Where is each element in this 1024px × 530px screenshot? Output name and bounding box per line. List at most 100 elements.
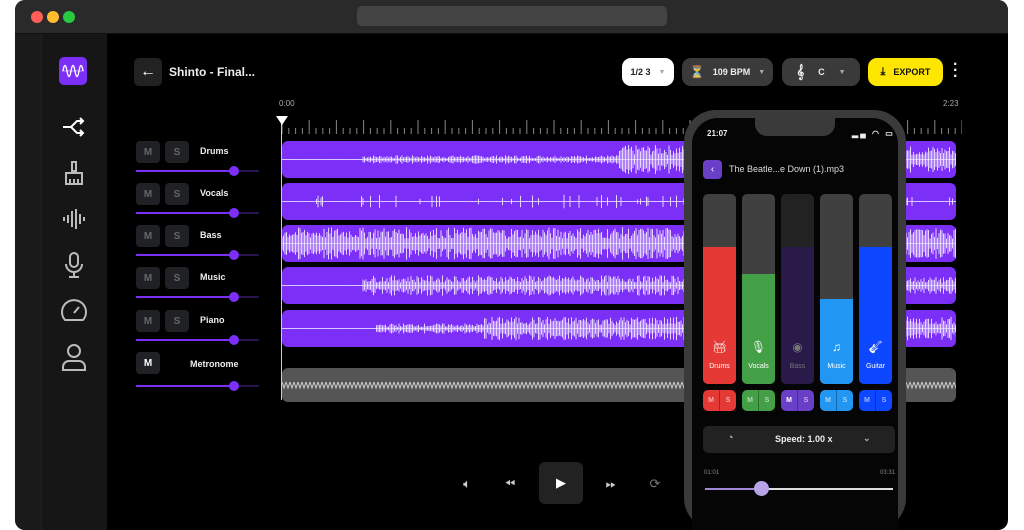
speedometer-icon[interactable] [59, 296, 89, 326]
mute-button[interactable]: M [136, 183, 160, 205]
key-select[interactable]: 𝄞 C ▼ [782, 58, 860, 86]
stem-mute-solo: MS [703, 390, 736, 411]
stem-label: Vocals [748, 363, 769, 370]
mute-button[interactable]: M [136, 141, 160, 163]
tempo-select[interactable]: ⏳ 109 BPM ▼ [682, 58, 773, 86]
speed-select[interactable]: ◔ Speed: 1.00 x ⌄ [703, 426, 895, 453]
mute-button[interactable]: M [136, 352, 160, 374]
volume-knob[interactable] [229, 208, 240, 218]
stem-mute-solo: MS [820, 390, 853, 411]
time-signature-select[interactable]: 1/2 3 ▼ [622, 58, 674, 86]
more-menu-button[interactable]: · · · [953, 57, 958, 85]
key-value: C [818, 67, 825, 77]
address-bar[interactable] [357, 6, 667, 26]
maximize-window-button[interactable] [63, 11, 75, 23]
volume-slider[interactable] [136, 250, 259, 260]
volume-knob[interactable] [229, 250, 240, 260]
volume-icon[interactable]: 🔈︎ [457, 474, 477, 494]
stem-solo-button[interactable]: S [876, 390, 892, 411]
track-name: Vocals [200, 188, 229, 198]
stem-label: Guitar [865, 363, 886, 370]
current-time: 01:01 [704, 470, 720, 476]
back-button[interactable]: ← [134, 58, 162, 86]
chevron-down-icon: ⌄ [863, 433, 871, 443]
play-icon: ▶ [556, 475, 566, 490]
seek-bar[interactable] [705, 481, 893, 496]
stem-fader-guitar[interactable]: 🎸︎ Guitar [859, 194, 892, 384]
speedometer-icon: ◔ [727, 432, 734, 444]
phone-clock: 21:07 [707, 129, 728, 138]
stem-mute-solo: MS [781, 390, 814, 411]
app-logo[interactable] [59, 57, 87, 85]
drums-icon: 🥁︎ [711, 340, 728, 354]
volume-knob[interactable] [229, 335, 240, 345]
mute-button[interactable]: M [136, 225, 160, 247]
export-label: EXPORT [893, 67, 931, 77]
phone-notch [755, 118, 835, 136]
volume-slider[interactable] [136, 292, 259, 302]
mute-button[interactable]: M [136, 310, 160, 332]
track-name: Metronome [190, 359, 239, 369]
rewind-button[interactable]: ⏪︎ [500, 474, 520, 494]
playhead-handle[interactable] [276, 116, 288, 125]
outer-sidebar [15, 34, 42, 530]
stem-mute-button[interactable]: M [742, 390, 759, 411]
close-window-button[interactable] [31, 11, 43, 23]
volume-knob[interactable] [229, 381, 240, 391]
volume-knob[interactable] [229, 292, 240, 302]
solo-button[interactable]: S [165, 183, 189, 205]
end-time: 2:23 [943, 99, 959, 108]
arrow-left-icon: ← [140, 63, 156, 80]
play-button[interactable]: ▶ [539, 462, 583, 504]
solo-button[interactable]: S [165, 141, 189, 163]
phone-screen: 21:07 ▂▄ ◠ ▭ ‹ The Beatle...e Down (1).m… [692, 118, 898, 530]
stem-fader-drums[interactable]: 🥁︎ Drums [703, 194, 736, 384]
stem-solo-button[interactable]: S [837, 390, 853, 411]
stem-mute-solo: MS [742, 390, 775, 411]
stem-solo-button[interactable]: S [798, 390, 814, 411]
stem-mute-button[interactable]: M [781, 390, 798, 411]
stem-fader-bass[interactable]: ◉ Bass [781, 194, 814, 384]
chevron-down-icon: ▼ [658, 68, 666, 76]
chevron-down-icon: ▼ [838, 68, 846, 76]
stem-fader-music[interactable]: ♫ Music [820, 194, 853, 384]
phone-back-button[interactable]: ‹ [703, 160, 722, 179]
volume-slider[interactable] [136, 166, 259, 176]
stem-mute-button[interactable]: M [820, 390, 837, 411]
guitar-icon: 🎸︎ [867, 340, 884, 354]
microphone-icon[interactable] [59, 250, 89, 280]
shuffle-icon[interactable] [59, 112, 89, 142]
track-name: Music [200, 272, 226, 282]
stem-solo-button[interactable]: S [720, 390, 736, 411]
minimize-window-button[interactable] [47, 11, 59, 23]
phone-mockup: 21:07 ▂▄ ◠ ▭ ‹ The Beatle...e Down (1).m… [684, 110, 906, 530]
stem-label: Drums [709, 363, 730, 370]
export-button[interactable]: ⤓ EXPORT [868, 58, 943, 86]
waveform-icon[interactable] [59, 204, 89, 234]
user-icon[interactable] [59, 342, 89, 372]
solo-button[interactable]: S [165, 225, 189, 247]
loop-button[interactable]: ⟳ [645, 474, 665, 494]
stem-solo-button[interactable]: S [759, 390, 775, 411]
music-icon: ♫ [832, 340, 841, 354]
stem-mute-button[interactable]: M [703, 390, 720, 411]
stem-fader-vocals[interactable]: 🎙︎ Vocals [742, 194, 775, 384]
speed-value: Speed: 1.00 x [775, 434, 833, 444]
fast-forward-button[interactable]: ⏩︎ [601, 474, 621, 494]
volume-knob[interactable] [229, 166, 240, 176]
volume-slider[interactable] [136, 381, 259, 391]
solo-button[interactable]: S [165, 310, 189, 332]
title-bar [15, 0, 1008, 34]
staff-icon: 𝄞 [796, 64, 805, 79]
volume-slider[interactable] [136, 208, 259, 218]
track-name: Bass [200, 230, 222, 240]
volume-slider[interactable] [136, 335, 259, 345]
solo-button[interactable]: S [165, 267, 189, 289]
vocals-icon: 🎙︎ [750, 340, 767, 354]
mute-button[interactable]: M [136, 267, 160, 289]
seek-knob[interactable] [754, 481, 770, 496]
playhead[interactable] [281, 120, 282, 400]
stem-mute-button[interactable]: M [859, 390, 876, 411]
broom-icon[interactable] [59, 158, 89, 188]
tempo-value: 109 BPM [712, 67, 751, 77]
